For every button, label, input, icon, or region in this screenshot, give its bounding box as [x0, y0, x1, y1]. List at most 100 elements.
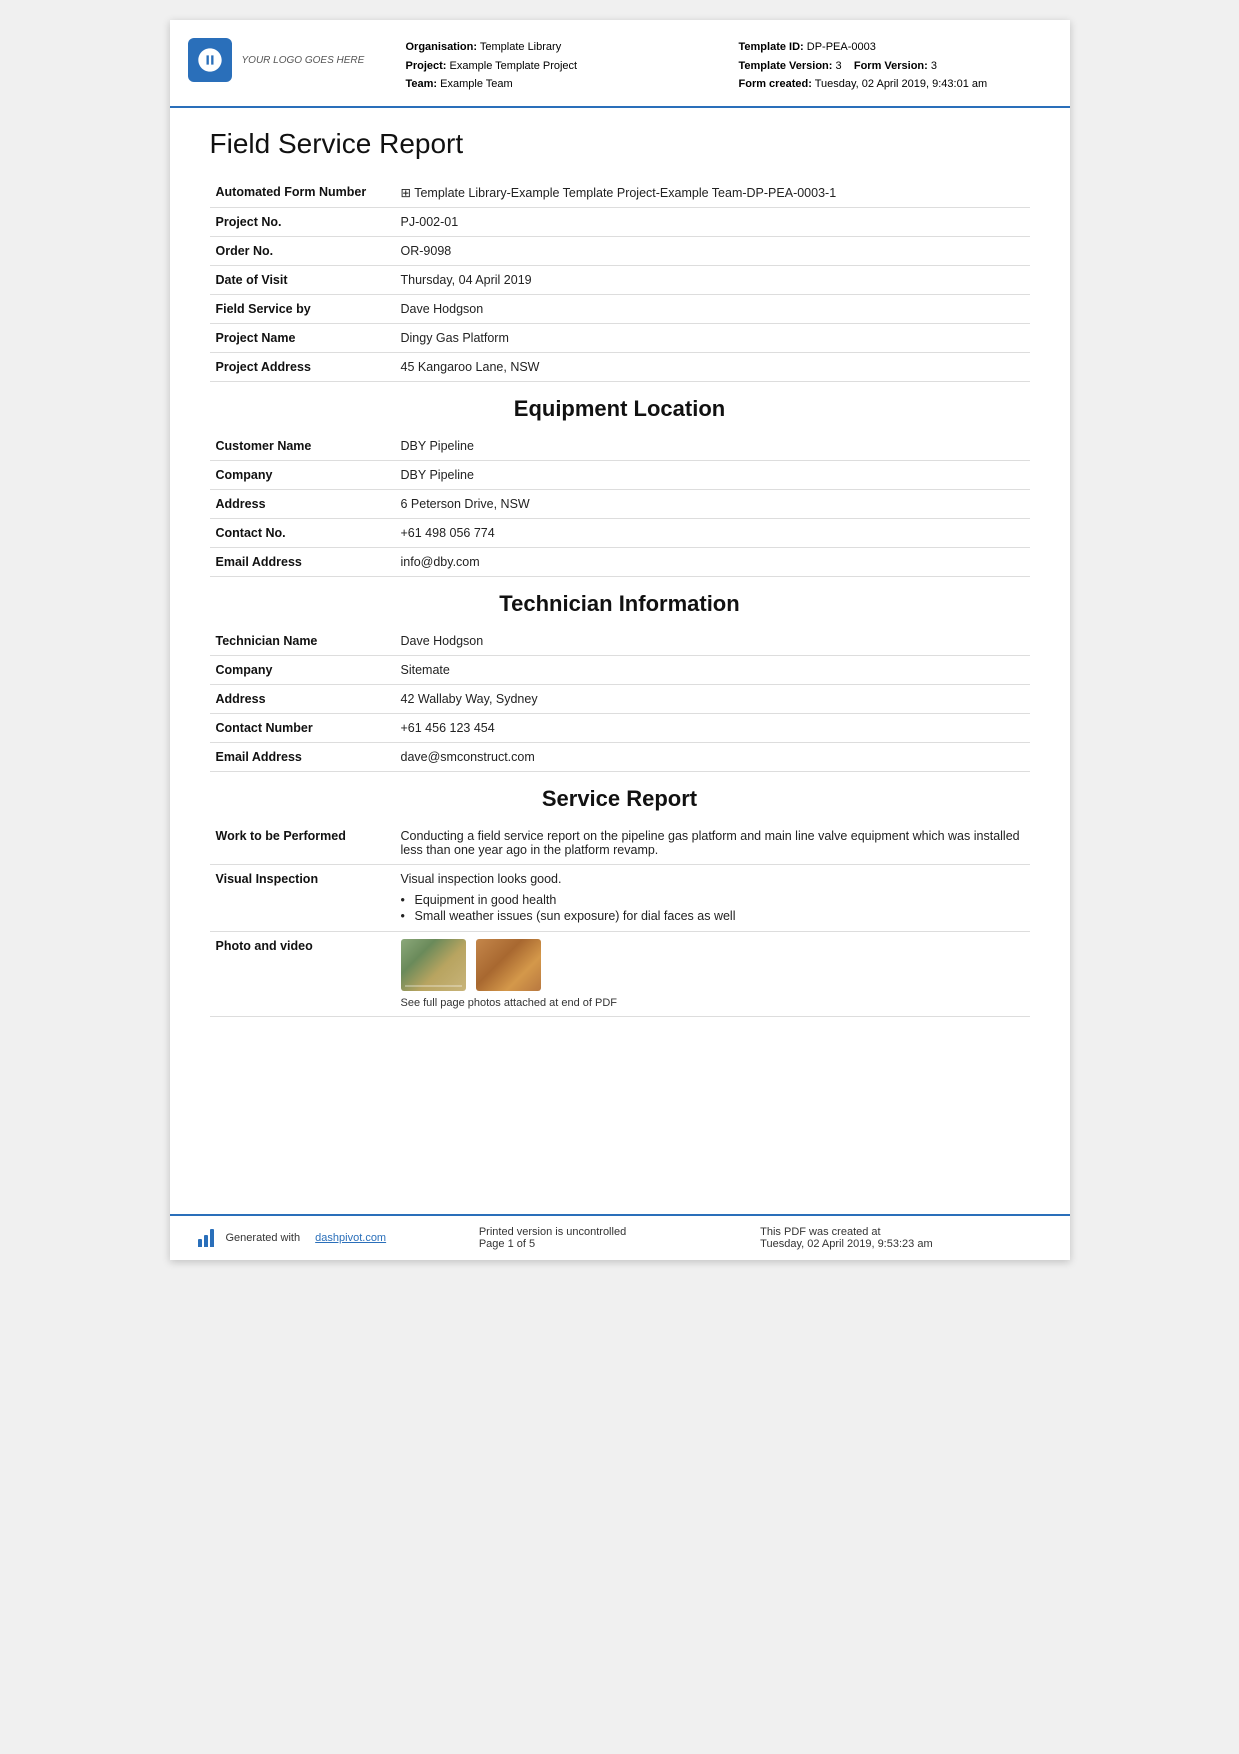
- main-content: Field Service Report Automated Form Numb…: [170, 108, 1070, 1214]
- field-value: Visual inspection looks good.: [401, 872, 562, 886]
- page: YOUR LOGO GOES HERE Organisation: Templa…: [170, 20, 1070, 1260]
- footer-middle: Printed version is uncontrolled Page 1 o…: [479, 1226, 760, 1250]
- table-row: Email Addressinfo@dby.com: [210, 548, 1030, 577]
- field-value: Dingy Gas Platform: [395, 324, 1030, 353]
- table-row: Order No.OR-9098: [210, 237, 1030, 266]
- field-cell: See full page photos attached at end of …: [395, 932, 1030, 1017]
- template-id-row: Template ID: DP-PEA-0003: [739, 38, 1042, 57]
- team-row: Team: Example Team: [406, 75, 709, 94]
- template-id-label: Template ID:: [739, 41, 804, 53]
- field-value: Dave Hodgson: [395, 295, 1030, 324]
- table-row: Customer NameDBY Pipeline: [210, 432, 1030, 461]
- photo-caption: See full page photos attached at end of …: [401, 997, 1024, 1009]
- field-label: Photo and video: [210, 932, 395, 1017]
- table-row: Email Addressdave@smconstruct.com: [210, 743, 1030, 772]
- field-value: dave@smconstruct.com: [395, 743, 1030, 772]
- footer-generated: Generated with dashpivot.com: [198, 1229, 479, 1247]
- field-label: Automated Form Number: [210, 178, 395, 208]
- dashpivot-link[interactable]: dashpivot.com: [315, 1232, 386, 1244]
- bullet-list: Equipment in good healthSmall weather is…: [401, 886, 1024, 924]
- footer-right: This PDF was created at Tuesday, 02 Apri…: [760, 1226, 1041, 1250]
- service-section-heading: Service Report: [210, 772, 1030, 822]
- field-value: 42 Wallaby Way, Sydney: [395, 685, 1030, 714]
- pdf-created-time: Tuesday, 02 April 2019, 9:53:23 am: [760, 1238, 1041, 1250]
- list-item: Equipment in good health: [401, 892, 1024, 908]
- field-value: Conducting a field service report on the…: [401, 829, 1020, 857]
- photo-thumb-1: [401, 939, 466, 991]
- field-label: Project No.: [210, 208, 395, 237]
- uncontrolled-text: Printed version is uncontrolled: [479, 1226, 760, 1238]
- form-created-label: Form created:: [739, 78, 812, 90]
- field-label: Email Address: [210, 548, 395, 577]
- field-value: ⊞ Template Library-Example Template Proj…: [395, 178, 1030, 208]
- field-label: Project Name: [210, 324, 395, 353]
- organisation-row: Organisation: Template Library: [406, 38, 709, 57]
- team-label: Team:: [406, 78, 438, 90]
- header-col-left: Organisation: Template Library Project: …: [406, 38, 709, 94]
- field-label: Contact No.: [210, 519, 395, 548]
- field-value: PJ-002-01: [395, 208, 1030, 237]
- table-row: CompanyDBY Pipeline: [210, 461, 1030, 490]
- field-label: Visual Inspection: [210, 865, 395, 932]
- table-row: Field Service byDave Hodgson: [210, 295, 1030, 324]
- team-value: Example Team: [440, 78, 513, 90]
- field-value: Sitemate: [395, 656, 1030, 685]
- technician-section-heading: Technician Information: [210, 577, 1030, 627]
- form-created-row: Form created: Tuesday, 02 April 2019, 9:…: [739, 75, 1042, 94]
- project-label: Project:: [406, 60, 447, 72]
- field-value: DBY Pipeline: [395, 432, 1030, 461]
- table-row: Project NameDingy Gas Platform: [210, 324, 1030, 353]
- field-label: Address: [210, 685, 395, 714]
- header-col-right: Template ID: DP-PEA-0003 Template Versio…: [739, 38, 1042, 94]
- bar-2: [204, 1235, 208, 1247]
- photo-row: [401, 939, 1024, 991]
- table-row: Address42 Wallaby Way, Sydney: [210, 685, 1030, 714]
- field-label: Technician Name: [210, 627, 395, 656]
- table-row: CompanySitemate: [210, 656, 1030, 685]
- header-meta: Organisation: Template Library Project: …: [406, 38, 1042, 94]
- template-version-label: Template Version:: [739, 60, 833, 72]
- form-created-value: Tuesday, 02 April 2019, 9:43:01 am: [815, 78, 987, 90]
- generated-text: Generated with: [226, 1232, 301, 1244]
- equipment-section-heading: Equipment Location: [210, 382, 1030, 432]
- organisation-label: Organisation:: [406, 41, 478, 53]
- field-label: Order No.: [210, 237, 395, 266]
- field-cell: Visual inspection looks good.Equipment i…: [395, 865, 1030, 932]
- field-value: +61 456 123 454: [395, 714, 1030, 743]
- form-version-value: 3: [931, 60, 937, 72]
- header: YOUR LOGO GOES HERE Organisation: Templa…: [170, 20, 1070, 108]
- equipment-table: Customer NameDBY PipelineCompanyDBY Pipe…: [210, 432, 1030, 577]
- field-label: Field Service by: [210, 295, 395, 324]
- project-row: Project: Example Template Project: [406, 57, 709, 76]
- logo-icon: [188, 38, 232, 82]
- field-value: info@dby.com: [395, 548, 1030, 577]
- photo-thumb-2: [476, 939, 541, 991]
- table-row: Automated Form Number⊞ Template Library-…: [210, 178, 1030, 208]
- form-version-label: Form Version:: [854, 60, 928, 72]
- form-fields-table: Automated Form Number⊞ Template Library-…: [210, 178, 1030, 382]
- field-label: Contact Number: [210, 714, 395, 743]
- technician-table: Technician NameDave HodgsonCompanySitema…: [210, 627, 1030, 772]
- dashpivot-logo-icon: [198, 1229, 220, 1247]
- project-value: Example Template Project: [450, 60, 578, 72]
- table-row: Technician NameDave Hodgson: [210, 627, 1030, 656]
- table-row: Visual InspectionVisual inspection looks…: [210, 865, 1030, 932]
- page-text: Page 1 of 5: [479, 1238, 760, 1250]
- field-label: Customer Name: [210, 432, 395, 461]
- field-label: Project Address: [210, 353, 395, 382]
- table-row: Address6 Peterson Drive, NSW: [210, 490, 1030, 519]
- doc-title: Field Service Report: [210, 128, 1030, 160]
- bar-1: [198, 1239, 202, 1247]
- field-value: Dave Hodgson: [395, 627, 1030, 656]
- template-version-value: 3: [836, 60, 842, 72]
- field-label: Company: [210, 656, 395, 685]
- versions-row: Template Version: 3 Form Version: 3: [739, 57, 1042, 76]
- field-value: OR-9098: [395, 237, 1030, 266]
- bar-3: [210, 1229, 214, 1247]
- table-row: Photo and video See full page photos att…: [210, 932, 1030, 1017]
- service-table: Work to be PerformedConducting a field s…: [210, 822, 1030, 1017]
- table-row: Contact Number+61 456 123 454: [210, 714, 1030, 743]
- footer: Generated with dashpivot.com Printed ver…: [170, 1214, 1070, 1260]
- field-label: Date of Visit: [210, 266, 395, 295]
- field-label: Work to be Performed: [210, 822, 395, 865]
